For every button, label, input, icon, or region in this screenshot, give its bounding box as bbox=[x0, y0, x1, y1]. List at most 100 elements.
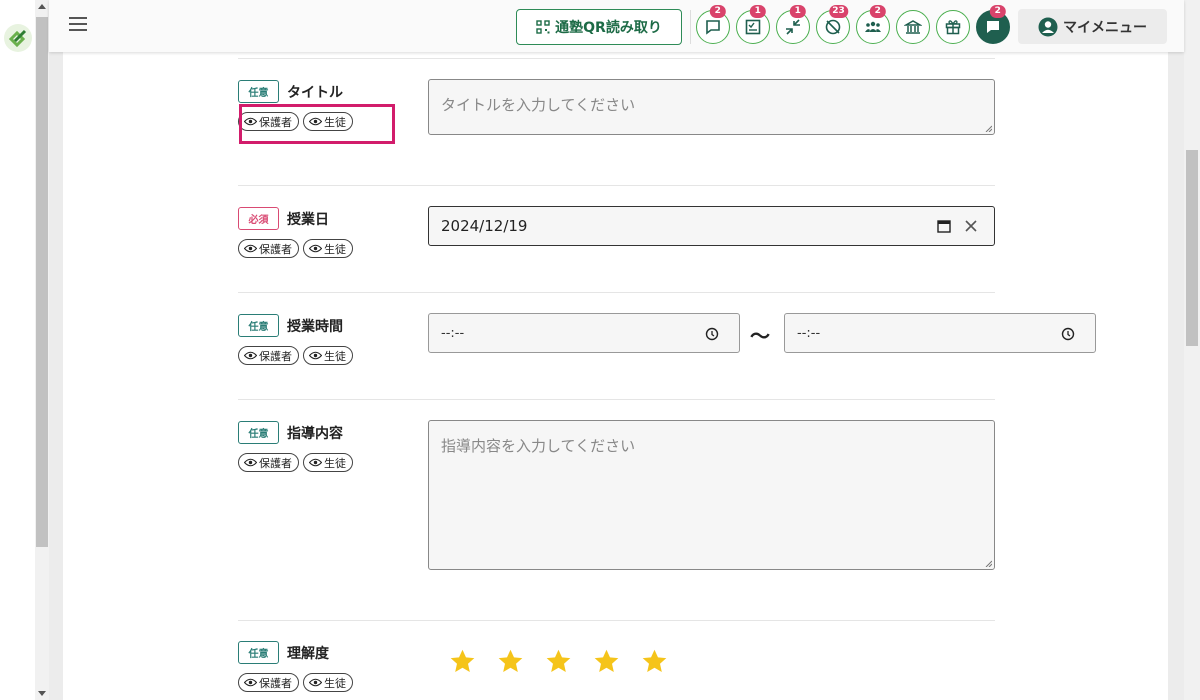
row-divider bbox=[238, 292, 995, 293]
start-time-input[interactable]: --:-- bbox=[428, 313, 740, 353]
star-icon[interactable] bbox=[449, 648, 476, 675]
no-entry-badge: 23 bbox=[829, 5, 848, 18]
optional-badge: 任意 bbox=[238, 314, 279, 337]
guardian-visibility-chip: 保護者 bbox=[238, 239, 299, 258]
student-visibility-chip: 生徒 bbox=[303, 673, 353, 692]
message-button[interactable]: 2 bbox=[696, 5, 730, 44]
my-menu-label: マイメニュー bbox=[1063, 19, 1147, 36]
chat-button[interactable]: 2 bbox=[976, 5, 1010, 44]
guardian-visibility-chip: 保護者 bbox=[238, 673, 299, 692]
scrollbar-thumb[interactable] bbox=[1186, 150, 1198, 346]
account-circle-icon bbox=[1038, 17, 1058, 36]
school-icon bbox=[904, 20, 922, 34]
title-label: タイトル bbox=[287, 84, 343, 101]
lesson-date-field-label: 必須 授業日 保護者 生徒 bbox=[238, 207, 353, 258]
page-scrollbar[interactable] bbox=[1184, 0, 1200, 700]
clock-icon[interactable] bbox=[705, 327, 719, 341]
no-entry-button[interactable]: 23 bbox=[816, 5, 850, 44]
lesson-time-field-label: 任意 授業時間 保護者 生徒 bbox=[238, 314, 353, 365]
understanding-field-label: 任意 理解度 保護者 生徒 bbox=[238, 641, 353, 692]
star-icon[interactable] bbox=[593, 648, 620, 675]
end-time-input[interactable]: --:-- bbox=[784, 313, 1096, 353]
qr-button-label: 通塾QR読み取り bbox=[555, 20, 662, 36]
main-area: 通塾QR読み取り 2 1 1 23 2 2 マイメニュー 任意 タイトル 保護者… bbox=[49, 0, 1184, 700]
group-icon bbox=[865, 21, 881, 32]
time-range-separator: 〜 bbox=[750, 324, 770, 348]
understanding-label: 理解度 bbox=[287, 645, 329, 662]
message-icon bbox=[706, 20, 720, 35]
highlight-box bbox=[239, 104, 395, 144]
group-button[interactable]: 2 bbox=[856, 5, 890, 44]
qr-scan-button[interactable]: 通塾QR読み取り bbox=[516, 9, 682, 45]
eye-icon bbox=[309, 678, 322, 687]
end-time-value: --:-- bbox=[797, 325, 821, 341]
gift-icon bbox=[945, 20, 961, 35]
resize-handle-icon[interactable] bbox=[984, 124, 992, 132]
checklist-button[interactable]: 1 bbox=[736, 5, 770, 44]
checklist-badge: 1 bbox=[749, 5, 766, 18]
student-visibility-chip: 生徒 bbox=[303, 239, 353, 258]
group-badge: 2 bbox=[869, 5, 886, 18]
school-button[interactable] bbox=[896, 10, 930, 44]
visibility-chips: 保護者 生徒 bbox=[238, 239, 353, 258]
required-badge: 必須 bbox=[238, 207, 279, 230]
guidance-placeholder: 指導内容を入力してください bbox=[441, 437, 636, 455]
optional-badge: 任意 bbox=[238, 80, 279, 103]
optional-badge: 任意 bbox=[238, 641, 279, 664]
guardian-visibility-chip: 保護者 bbox=[238, 453, 299, 472]
row-divider bbox=[238, 399, 995, 400]
understanding-stars bbox=[449, 648, 668, 675]
scrollbar-thumb[interactable] bbox=[36, 17, 48, 547]
resize-handle-icon[interactable] bbox=[984, 559, 992, 567]
guardian-visibility-chip: 保護者 bbox=[238, 346, 299, 365]
header-divider bbox=[690, 10, 691, 44]
guidance-label: 指導内容 bbox=[287, 425, 343, 442]
form-content: 任意 タイトル 保護者 生徒 タイトルを入力してください 必須 授業日 保護者 … bbox=[63, 52, 1168, 700]
eye-icon bbox=[309, 351, 322, 360]
app-logo-icon[interactable] bbox=[3, 23, 33, 53]
star-icon[interactable] bbox=[497, 648, 524, 675]
transfer-badge: 1 bbox=[789, 5, 806, 18]
calendar-icon[interactable] bbox=[937, 219, 951, 233]
app-rail bbox=[0, 0, 35, 700]
chat-badge: 2 bbox=[989, 5, 1006, 18]
sidebar-scrollbar[interactable] bbox=[35, 0, 49, 700]
eye-icon bbox=[244, 244, 257, 253]
guidance-field-label: 任意 指導内容 保護者 生徒 bbox=[238, 421, 353, 472]
top-header: 通塾QR読み取り 2 1 1 23 2 2 マイメニュー bbox=[49, 0, 1184, 52]
lesson-date-value: 2024/12/19 bbox=[441, 217, 528, 235]
row-divider bbox=[238, 185, 995, 186]
transfer-button[interactable]: 1 bbox=[776, 5, 810, 44]
chat-icon bbox=[987, 21, 999, 33]
eye-icon bbox=[309, 244, 322, 253]
lesson-time-label: 授業時間 bbox=[287, 318, 343, 335]
title-placeholder: タイトルを入力してください bbox=[441, 96, 636, 114]
gift-button[interactable] bbox=[936, 10, 970, 44]
student-visibility-chip: 生徒 bbox=[303, 346, 353, 365]
row-divider bbox=[238, 620, 995, 621]
transfer-icon bbox=[786, 19, 800, 35]
hamburger-menu-icon[interactable] bbox=[69, 17, 87, 31]
guidance-input[interactable]: 指導内容を入力してください bbox=[428, 420, 995, 570]
scroll-down-icon[interactable] bbox=[38, 691, 46, 696]
scroll-up-icon[interactable] bbox=[38, 4, 46, 9]
clock-icon[interactable] bbox=[1061, 327, 1075, 341]
message-badge: 2 bbox=[709, 5, 726, 18]
lesson-date-label: 授業日 bbox=[287, 211, 329, 228]
row-divider bbox=[238, 58, 995, 59]
title-input[interactable]: タイトルを入力してください bbox=[428, 79, 995, 135]
clear-icon[interactable] bbox=[964, 219, 978, 233]
eye-icon bbox=[309, 458, 322, 467]
star-icon[interactable] bbox=[545, 648, 572, 675]
eye-icon bbox=[244, 351, 257, 360]
lesson-date-input[interactable]: 2024/12/19 bbox=[428, 206, 995, 246]
eye-icon bbox=[244, 678, 257, 687]
visibility-chips: 保護者 生徒 bbox=[238, 673, 353, 692]
checklist-icon bbox=[745, 19, 761, 35]
star-icon[interactable] bbox=[641, 648, 668, 675]
qr-code-icon bbox=[536, 20, 550, 34]
no-entry-icon bbox=[825, 19, 841, 35]
my-menu-button[interactable]: マイメニュー bbox=[1018, 9, 1167, 44]
optional-badge: 任意 bbox=[238, 421, 279, 444]
eye-icon bbox=[244, 458, 257, 467]
